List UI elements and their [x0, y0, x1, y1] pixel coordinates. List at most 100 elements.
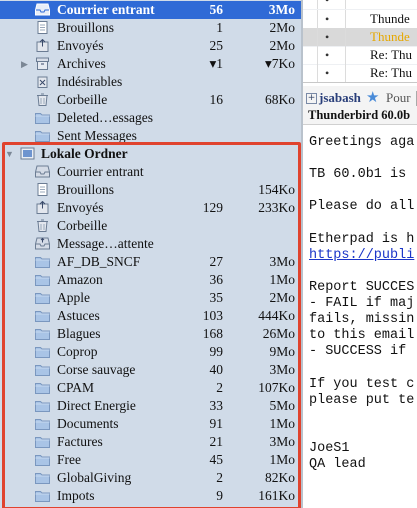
read-status-dot-icon[interactable]: •	[325, 28, 329, 46]
thread-row[interactable]: • Thunde	[303, 28, 417, 47]
unread-count: 16	[209, 92, 224, 107]
folder-item[interactable]: Corse sauvage 40 3Mo	[0, 361, 301, 379]
folder-size: 1Mo	[269, 416, 295, 431]
folder-icon	[35, 471, 50, 484]
folder-item[interactable]: Factures 21 3Mo	[0, 433, 301, 451]
folder-size: 26Mo	[262, 326, 295, 341]
folder-name: Corbeille	[57, 92, 108, 107]
folder-size: 68Ko	[265, 92, 295, 107]
folder-item[interactable]: Blagues 168 26Mo	[0, 325, 301, 343]
folder-item[interactable]: Brouillons 1 2Mo	[0, 19, 301, 37]
folder-icon	[35, 453, 50, 466]
folder-size: 233Ko	[258, 200, 295, 215]
folder-item[interactable]: Corbeille	[0, 217, 301, 235]
message-body: Greetings aga TB 60.0b1 is Please do all Et…	[303, 125, 417, 508]
folder-item[interactable]: Envoyés 25 2Mo	[0, 37, 301, 55]
folder-size: 154Ko	[258, 182, 295, 197]
folder-item[interactable]: Free 45 1Mo	[0, 451, 301, 469]
folder-name: CPAM	[57, 380, 95, 395]
body-line: TB 60.0b1 is	[309, 167, 407, 183]
read-status-dot-icon[interactable]: •	[325, 46, 329, 64]
unread-count: 103	[202, 308, 223, 323]
sent-icon	[35, 38, 50, 52]
body-line: - FAIL if maj	[309, 296, 415, 311]
folder-item[interactable]: Indésirables	[0, 73, 301, 91]
body-line: If you test c	[309, 376, 415, 392]
folder-name: Impots	[57, 488, 95, 503]
folder-item[interactable]: Brouillons 154Ko	[0, 181, 301, 199]
thread-row[interactable]: • Re: Thu	[303, 64, 417, 82]
trash-icon	[35, 219, 50, 232]
folder-item[interactable]: Documents 91 1Mo	[0, 415, 301, 433]
folder-size: 2Mo	[269, 38, 295, 53]
folder-item[interactable]: Sent Messages	[0, 127, 301, 145]
folder-name: Archives	[57, 56, 106, 71]
unread-count: 2	[216, 470, 223, 485]
thread-list: • • Thunde • Thunde • Re: Thu • Re: Thu	[303, 0, 417, 83]
thread-row[interactable]: • Re: Thu	[303, 46, 417, 65]
body-link[interactable]: https://publi	[309, 248, 414, 263]
read-status-dot-icon[interactable]: •	[325, 64, 329, 82]
thread-row[interactable]: • Thunde	[303, 10, 417, 29]
folder-item[interactable]: ▼ Lokale Ordner	[0, 145, 301, 163]
column-divider	[345, 10, 346, 28]
read-status-dot-icon[interactable]: •	[325, 10, 329, 28]
folder-name: Lokale Ordner	[41, 146, 128, 161]
body-line: fails, missin	[309, 312, 415, 328]
unread-count: 35	[209, 290, 224, 305]
folder-item[interactable]: Courrier entrant 56 3Mo	[0, 1, 301, 19]
folder-name: Indésirables	[57, 74, 123, 89]
folder-item[interactable]: Corbeille 16 68Ko	[0, 91, 301, 109]
folder-item[interactable]: Deleted…essages	[0, 109, 301, 127]
unread-count: 36	[209, 272, 224, 287]
expanded-twisty-icon[interactable]: ▼	[5, 145, 14, 163]
folder-item[interactable]: AF_DB_SNCF 27 3Mo	[0, 253, 301, 271]
column-divider	[345, 28, 346, 46]
folder-icon	[35, 129, 50, 142]
read-status-dot-icon[interactable]: •	[325, 0, 329, 9]
expand-header-icon[interactable]: +	[306, 93, 317, 104]
folder-item[interactable]: Apple 35 2Mo	[0, 289, 301, 307]
folder-item[interactable]: CPAM 2 107Ko	[0, 379, 301, 397]
junk-icon	[35, 75, 50, 88]
body-line: - SUCCESS if	[309, 344, 407, 360]
unread-count: ▾1	[209, 56, 223, 71]
star-icon[interactable]: ★	[366, 88, 379, 107]
folder-pane: Courrier entrant 56 3Mo Brouillons 1 2Mo Envoy…	[0, 0, 301, 508]
inbox-icon	[35, 165, 50, 178]
folder-name: Corbeille	[57, 218, 108, 233]
archive-icon	[35, 57, 50, 70]
folder-name: Free	[57, 452, 81, 467]
folder-name: AF_DB_SNCF	[57, 254, 141, 269]
folder-icon	[35, 255, 50, 268]
folder-name: Apple	[57, 290, 90, 305]
folder-size: 9Mo	[269, 344, 295, 359]
folder-icon	[35, 417, 50, 430]
folder-size: 5Mo	[269, 398, 295, 413]
thread-row[interactable]: •	[303, 0, 417, 10]
folder-item[interactable]: Courrier entrant	[0, 163, 301, 181]
collapsed-twisty-icon[interactable]: ▶	[21, 55, 28, 73]
folder-item[interactable]: Envoyés 129 233Ko	[0, 199, 301, 217]
folder-item[interactable]: Message…attente	[0, 235, 301, 253]
unread-count: 45	[209, 452, 224, 467]
folder-name: Documents	[57, 416, 119, 431]
unread-count: 129	[202, 200, 223, 215]
folder-size: 3Mo	[269, 434, 295, 449]
folder-name: Courrier entrant	[57, 2, 155, 17]
folder-item[interactable]: Amazon 36 1Mo	[0, 271, 301, 289]
from-name[interactable]: jsabash	[319, 90, 361, 106]
folder-item[interactable]: Direct Energie 33 5Mo	[0, 397, 301, 415]
folder-item[interactable]: GlobalGiving 2 82Ko	[0, 469, 301, 487]
body-line: Greetings aga	[309, 135, 415, 150]
folder-size: 107Ko	[258, 380, 295, 395]
drafts-icon	[35, 183, 50, 196]
body-line: to this email	[309, 328, 415, 344]
thread-subject: Thunde	[370, 11, 410, 26]
folder-item[interactable]: Astuces 103 444Ko	[0, 307, 301, 325]
folder-item[interactable]: Coprop 99 9Mo	[0, 343, 301, 361]
message-subject: Thunderbird 60.0b	[308, 108, 411, 122]
folder-item[interactable]: Impots 9 161Ko	[0, 487, 301, 505]
folder-item[interactable]: ▶ Archives ▾1 ▾7Ko	[0, 55, 301, 73]
body-line: Report SUCCES	[309, 279, 415, 295]
